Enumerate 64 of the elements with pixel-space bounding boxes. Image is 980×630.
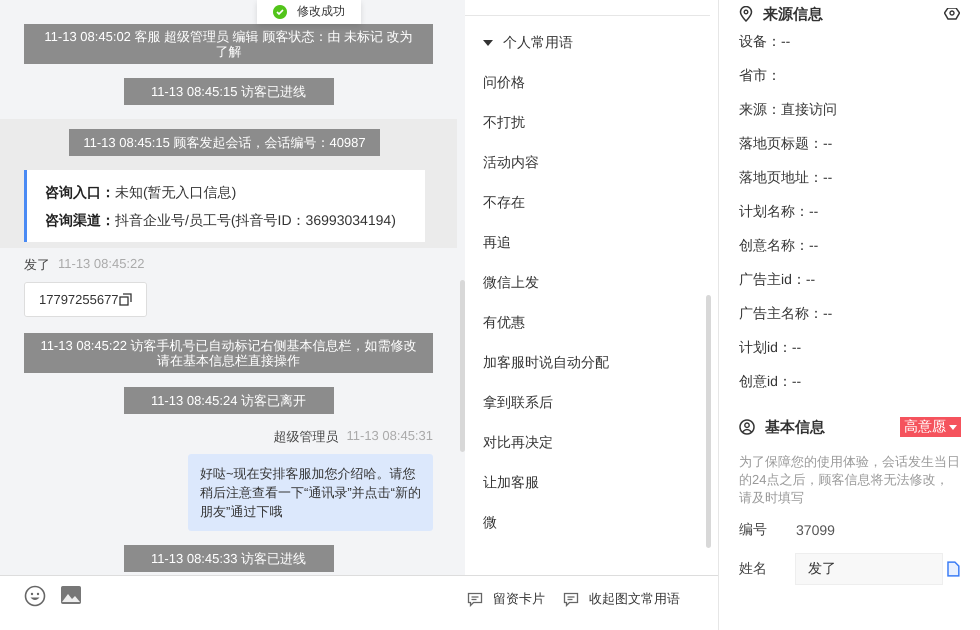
document-icon[interactable]	[947, 561, 960, 577]
scrollbar[interactable]	[706, 295, 711, 548]
info-label: 咨询入口：	[45, 184, 115, 200]
field-label: 姓名	[739, 560, 768, 578]
phrase-item[interactable]: 不存在	[483, 192, 525, 232]
emoji-icon[interactable]	[24, 585, 46, 607]
location-pin-icon	[739, 6, 753, 22]
phrase-group-toggle[interactable]: 个人常用语	[483, 34, 573, 52]
field-value: 37099	[796, 522, 835, 538]
message-time: 11-13 08:45:31	[346, 428, 433, 445]
phrase-item[interactable]: 活动内容	[483, 152, 539, 192]
source-info-row-text: 落地页标题：--	[739, 134, 832, 153]
source-info-row-text: 省市：	[739, 66, 781, 85]
copy-icon[interactable]	[118, 293, 132, 306]
message-text: 17797255677	[39, 292, 119, 307]
system-message: 11-13 08:45:15 顾客发起会话，会话编号：40987	[69, 129, 380, 156]
source-info-row-text: 设备：--	[739, 32, 790, 51]
system-message: 11-13 08:45:02 客服 超级管理员 编辑 顾客状态：由 未标记 改为了解	[24, 24, 433, 64]
source-info-row-text: 广告主id：--	[739, 270, 816, 289]
phrase-item[interactable]: 微信上发	[483, 272, 539, 312]
phrase-item[interactable]: 对比再决定	[483, 432, 553, 472]
source-info-row-text: 计划id：--	[739, 338, 802, 357]
source-info-row-text: 创意名称：--	[739, 236, 818, 255]
info-value: 未知(暂无入口信息)	[115, 184, 236, 200]
info-label: 咨询渠道：	[45, 212, 115, 228]
user-icon	[739, 419, 755, 435]
source-info-row-text: 计划名称：--	[739, 202, 818, 221]
phrase-item[interactable]: 拿到联系后	[483, 392, 553, 432]
scrollbar[interactable]	[460, 280, 465, 452]
source-info-row-text: 广告主名称：--	[739, 304, 832, 323]
info-value: 抖音企业号/员工号(抖音号ID：36993034194)	[115, 212, 396, 228]
field-label: 编号	[739, 521, 768, 539]
system-message: 11-13 08:45:33 访客已进线	[124, 545, 334, 572]
name-input-field[interactable]: 发了	[795, 553, 944, 585]
phrase-item[interactable]: 微	[483, 512, 497, 552]
sender-name: 发了	[24, 256, 50, 274]
system-message: 11-13 08:45:24 访客已离开	[124, 387, 334, 414]
image-icon[interactable]	[60, 585, 82, 605]
phrase-item[interactable]: 再追	[483, 232, 511, 272]
message-bubble: 好哒~现在安排客服加您介绍哈。请您稍后注意查看一下“通讯录”并点击“新的朋友”通过下哦	[188, 454, 433, 531]
source-info-row-text: 落地页地址：--	[739, 168, 832, 187]
message-time: 11-13 08:45:22	[58, 256, 144, 273]
toolbar-button[interactable]: 收起图文常用语	[563, 588, 680, 610]
phrase-item[interactable]: 问价格	[483, 72, 525, 112]
check-icon	[273, 4, 287, 18]
section-title: 来源信息	[763, 4, 823, 24]
system-message: 11-13 08:45:15 访客已进线	[124, 78, 334, 105]
phrase-item[interactable]: 加客服时说自动分配	[483, 352, 609, 392]
source-info-row-text: 创意id：--	[739, 372, 802, 391]
toast-text: 修改成功	[297, 3, 345, 20]
caret-icon	[483, 40, 493, 46]
sender-name: 超级管理员	[274, 428, 338, 446]
message-icon	[467, 592, 483, 606]
settings-icon[interactable]	[944, 8, 960, 20]
section-title: 基本信息	[765, 418, 825, 436]
caret-icon	[949, 424, 957, 430]
phrase-item[interactable]: 有优惠	[483, 312, 525, 352]
source-info-row-text: 来源：直接访问	[739, 100, 837, 119]
phrase-item[interactable]: 让加客服	[483, 472, 539, 512]
notice-text: 为了保障您的使用体验，会话发生当日的24点之后，顾客信息将无法修改，请及时填写	[739, 453, 960, 507]
toolbar-button[interactable]: 留资卡片	[467, 588, 545, 610]
phrase-item[interactable]: 不打扰	[483, 112, 525, 152]
message-icon	[563, 592, 579, 606]
system-message: 11-13 08:45:22 访客手机号已自动标记右侧基本信息栏，如需修改请在基本信息栏直接操作	[24, 333, 433, 373]
